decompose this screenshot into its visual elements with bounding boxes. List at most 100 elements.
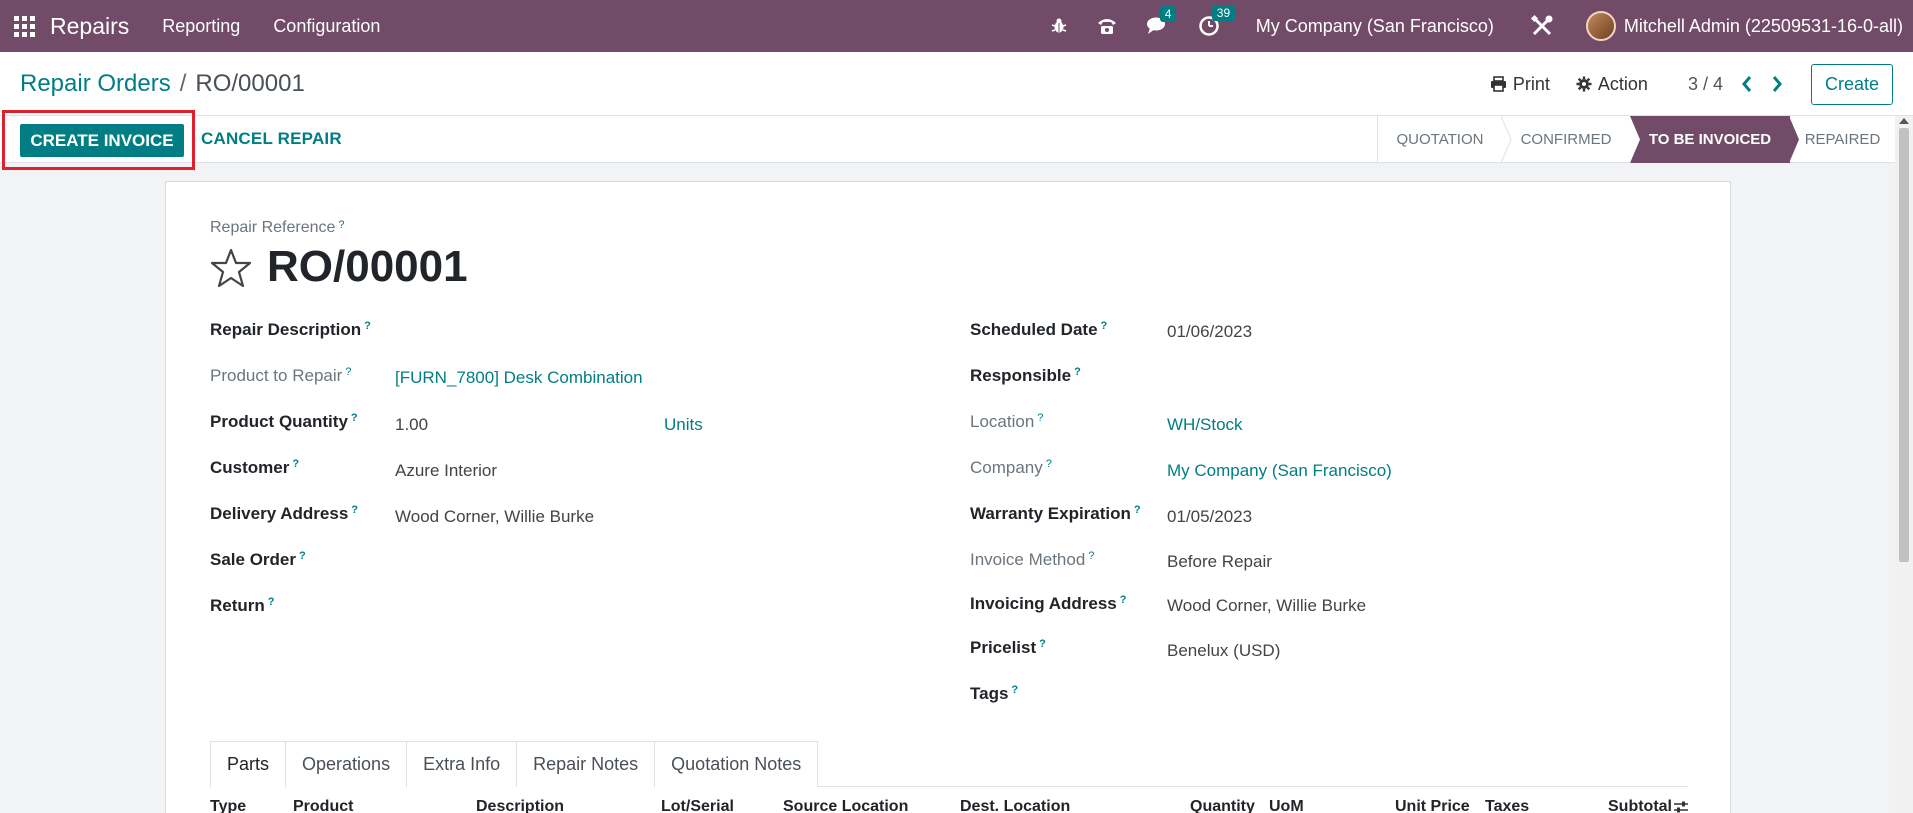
help-tooltip-icon[interactable]: ? [1037, 412, 1043, 424]
column-quantity[interactable]: Quantity [1190, 798, 1255, 813]
debug-bug-icon[interactable] [1050, 17, 1068, 35]
settings-tools-icon[interactable] [1530, 14, 1554, 38]
column-lot-serial[interactable]: Lot/Serial [661, 798, 734, 813]
form-sheet: Repair Reference? RO/00001 Repair Descri… [165, 181, 1731, 813]
pricelist-label: Pricelist? [970, 638, 1046, 657]
notebook-tabs: Parts Operations Extra Info Repair Notes… [210, 741, 1688, 788]
invoicing-address-label: Invoicing Address? [970, 594, 1127, 613]
page-scrollbar[interactable] [1895, 116, 1913, 813]
company-label: Company? [970, 458, 1052, 477]
apps-menu-icon[interactable] [14, 15, 36, 37]
menu-reporting[interactable]: Reporting [162, 16, 240, 37]
stage-quotation[interactable]: QUOTATION [1378, 116, 1512, 163]
cancel-repair-button[interactable]: CANCEL REPAIR [201, 129, 342, 149]
help-tooltip-icon[interactable]: ? [1011, 684, 1018, 696]
app-brand[interactable]: Repairs [50, 13, 129, 40]
pager-value[interactable]: 3 / 4 [1688, 74, 1723, 95]
location-field[interactable]: WH/Stock [1167, 415, 1243, 435]
column-source-location[interactable]: Source Location [783, 798, 908, 813]
stage-confirmed[interactable]: CONFIRMED [1502, 116, 1630, 163]
company-field[interactable]: My Company (San Francisco) [1167, 461, 1392, 481]
product-uom-field[interactable]: Units [664, 415, 703, 435]
column-subtotal[interactable]: Subtotal [1608, 798, 1672, 813]
delivery-address-field[interactable]: Wood Corner, Willie Burke [395, 507, 594, 527]
tab-extra-info[interactable]: Extra Info [406, 741, 518, 787]
stage-repaired[interactable]: REPAIRED [1790, 116, 1895, 163]
help-tooltip-icon[interactable]: ? [345, 366, 351, 378]
repair-reference-title: RO/00001 [267, 242, 468, 291]
action-label: Action [1597, 73, 1648, 94]
activities-badge: 39 [1211, 5, 1236, 21]
tab-quotation-notes[interactable]: Quotation Notes [654, 741, 819, 787]
print-label: Print [1512, 73, 1550, 94]
menu-configuration[interactable]: Configuration [273, 16, 380, 37]
column-taxes[interactable]: Taxes [1485, 798, 1529, 813]
pricelist-field[interactable]: Benelux (USD) [1167, 641, 1280, 661]
optional-columns-sliders-icon[interactable] [1673, 800, 1689, 813]
column-description[interactable]: Description [476, 798, 564, 813]
responsible-label: Responsible? [970, 366, 1081, 385]
column-product[interactable]: Product [293, 798, 353, 813]
customer-field[interactable]: Azure Interior [395, 461, 497, 481]
help-tooltip-icon[interactable]: ? [351, 412, 358, 424]
breadcrumb-repair-orders[interactable]: Repair Orders [20, 70, 171, 97]
company-switcher[interactable]: My Company (San Francisco) [1256, 16, 1494, 37]
breadcrumb-current: RO/00001 [195, 70, 305, 97]
column-type[interactable]: Type [210, 798, 246, 813]
help-tooltip-icon[interactable]: ? [1088, 550, 1094, 562]
column-unit-price[interactable]: Unit Price [1395, 798, 1470, 813]
tab-parts[interactable]: Parts [210, 741, 287, 788]
activities-clock-icon[interactable]: 39 [1198, 5, 1236, 37]
help-tooltip-icon[interactable]: ? [1046, 458, 1052, 470]
create-invoice-button[interactable]: CREATE INVOICE [20, 124, 184, 157]
scheduled-date-field[interactable]: 01/06/2023 [1167, 322, 1252, 342]
scroll-up-arrow-icon[interactable] [1899, 118, 1909, 124]
tab-repair-notes[interactable]: Repair Notes [516, 741, 656, 787]
stage-pipeline: QUOTATION CONFIRMED TO BE INVOICED REPAI… [1377, 116, 1895, 163]
favorite-star-icon[interactable] [210, 248, 252, 293]
column-dest-location[interactable]: Dest. Location [960, 798, 1070, 813]
help-tooltip-icon[interactable]: ? [364, 320, 371, 332]
top-navbar: Repairs Reporting Configuration 4 39 My … [0, 0, 1913, 52]
stage-confirmed-label: CONFIRMED [1520, 131, 1612, 148]
stage-to-be-invoiced[interactable]: TO BE INVOICED [1630, 116, 1799, 163]
messages-icon[interactable]: 4 [1146, 6, 1177, 36]
user-menu[interactable]: Mitchell Admin (22509531-16-0-all) [1624, 16, 1903, 37]
column-uom[interactable]: UoM [1269, 798, 1304, 813]
create-button[interactable]: Create [1810, 63, 1893, 105]
tags-label: Tags? [970, 684, 1019, 703]
product-to-repair-label: Product to Repair? [210, 366, 352, 385]
invoice-method-field[interactable]: Before Repair [1167, 552, 1272, 572]
help-tooltip-icon[interactable]: ? [268, 596, 275, 608]
help-tooltip-icon[interactable]: ? [1134, 504, 1141, 516]
warranty-expiration-field[interactable]: 01/05/2023 [1167, 507, 1252, 527]
messages-badge: 4 [1159, 6, 1177, 22]
product-quantity-label: Product Quantity? [210, 412, 358, 431]
repair-description-label: Repair Description? [210, 320, 371, 339]
tab-operations[interactable]: Operations [285, 741, 408, 787]
help-tooltip-icon[interactable]: ? [1039, 638, 1046, 650]
help-tooltip-icon[interactable]: ? [1120, 594, 1127, 606]
pager-previous-chevron-left-icon[interactable] [1741, 75, 1753, 93]
customer-label: Customer? [210, 458, 300, 477]
invoice-method-label: Invoice Method? [970, 550, 1095, 569]
help-tooltip-icon[interactable]: ? [351, 504, 358, 516]
print-button[interactable]: Print [1490, 74, 1550, 95]
help-tooltip-icon[interactable]: ? [1074, 366, 1081, 378]
help-tooltip-icon[interactable]: ? [338, 219, 344, 231]
scroll-thumb[interactable] [1899, 128, 1909, 562]
user-avatar[interactable] [1585, 11, 1616, 41]
product-to-repair-field[interactable]: [FURN_7800] Desk Combination [395, 368, 643, 388]
action-button[interactable]: Action [1576, 74, 1648, 95]
help-tooltip-icon[interactable]: ? [292, 458, 299, 470]
product-quantity-field[interactable]: 1.00 [395, 415, 428, 435]
pager-next-chevron-right-icon[interactable] [1771, 75, 1783, 93]
repair-reference-label: Repair Reference? [210, 219, 345, 236]
help-tooltip-icon[interactable]: ? [299, 550, 306, 562]
stage-quotation-label: QUOTATION [1396, 131, 1484, 148]
invoicing-address-field[interactable]: Wood Corner, Willie Burke [1167, 596, 1366, 616]
return-label: Return? [210, 596, 275, 615]
phone-icon[interactable] [1096, 16, 1118, 36]
help-tooltip-icon[interactable]: ? [1101, 320, 1108, 332]
stage-to-be-invoiced-label: TO BE INVOICED [1648, 131, 1772, 148]
